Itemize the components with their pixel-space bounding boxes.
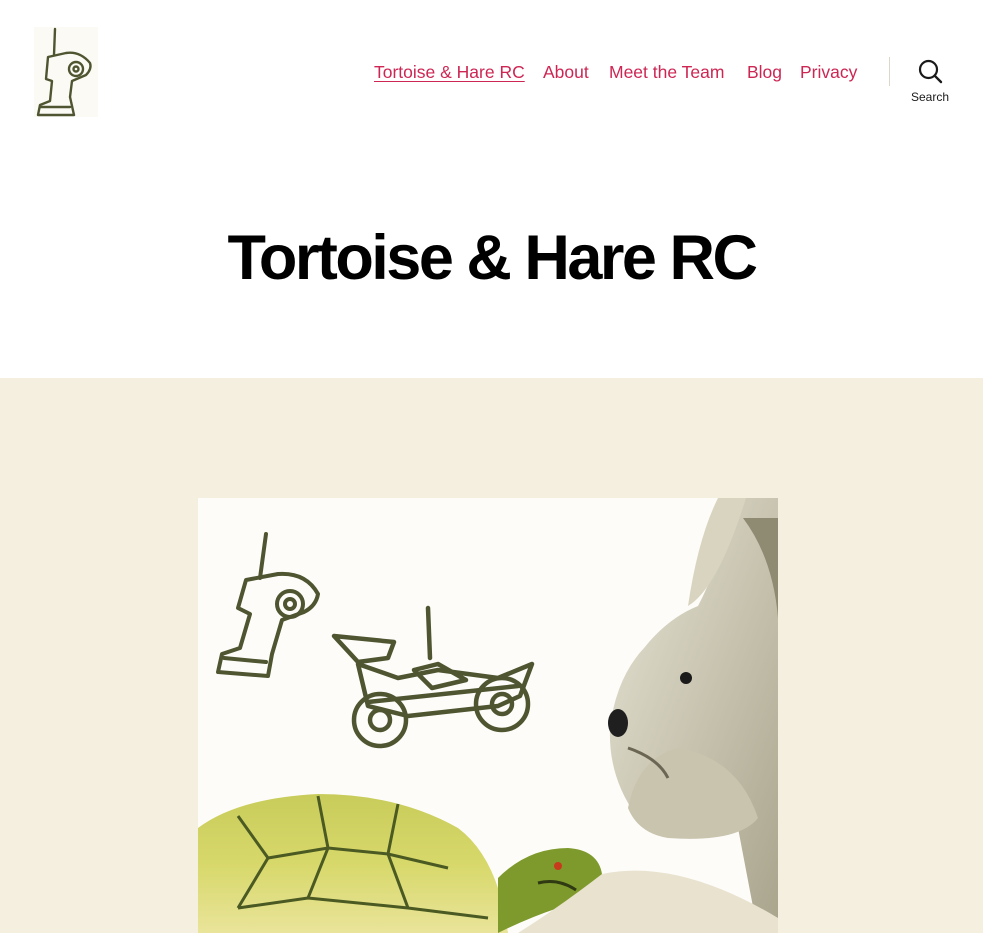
page-title: Tortoise & Hare RC: [227, 223, 758, 293]
featured-image: [198, 498, 778, 933]
site-header: Tortoise & Hare RC About Meet the Team B…: [0, 0, 983, 378]
menu-item-blog[interactable]: Blog: [747, 60, 782, 84]
menu-item-home[interactable]: Tortoise & Hare RC: [374, 60, 525, 84]
menu-divider: [889, 57, 890, 86]
site-logo[interactable]: [34, 27, 98, 117]
search-toggle-label: Search: [910, 90, 950, 104]
rc-transmitter-icon: [36, 27, 92, 117]
menu-item-meet-the-team[interactable]: Meet the Team: [609, 60, 724, 84]
search-icon: [918, 59, 943, 84]
menu-item-privacy[interactable]: Privacy: [800, 60, 857, 84]
search-toggle-button[interactable]: Search: [904, 56, 956, 108]
menu-item-about[interactable]: About: [543, 60, 589, 84]
